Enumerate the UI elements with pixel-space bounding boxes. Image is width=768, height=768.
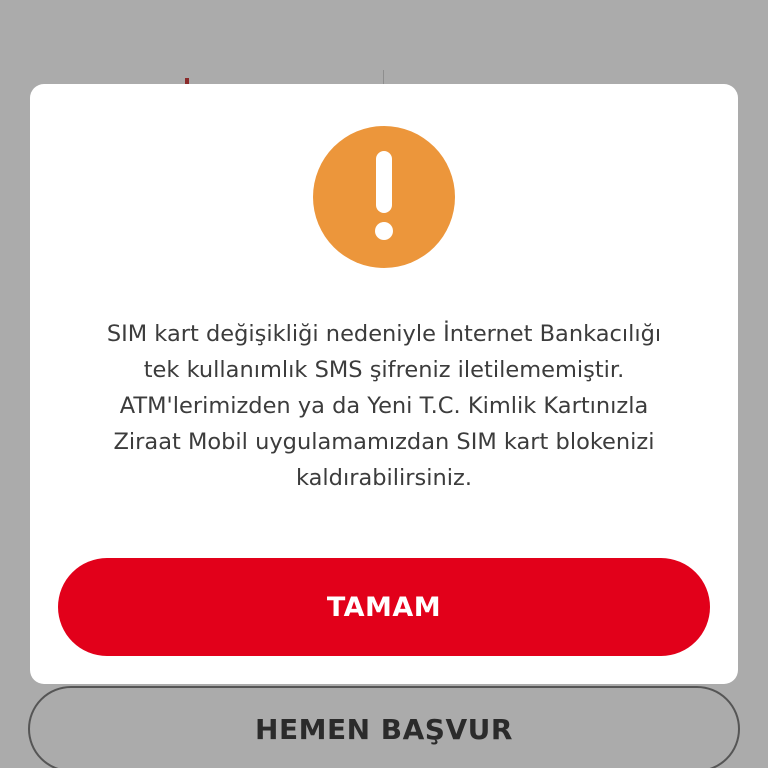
ok-button-label: TAMAM [326, 591, 442, 623]
exclamation-dot [375, 222, 393, 240]
exclamation-bar [376, 151, 392, 213]
screen: { "background": { "apply_button_label": … [0, 0, 768, 768]
apply-now-button-label: HEMEN BAŞVUR [255, 712, 513, 746]
dialog-message: SIM kart değişikliği nedeniyle İnternet … [106, 321, 662, 491]
ok-button[interactable]: TAMAM [58, 558, 710, 656]
alert-dialog: SIM kart değişikliği nedeniyle İnternet … [30, 84, 738, 684]
apply-now-button[interactable]: HEMEN BAŞVUR [28, 686, 740, 768]
exclamation-icon [313, 126, 455, 268]
